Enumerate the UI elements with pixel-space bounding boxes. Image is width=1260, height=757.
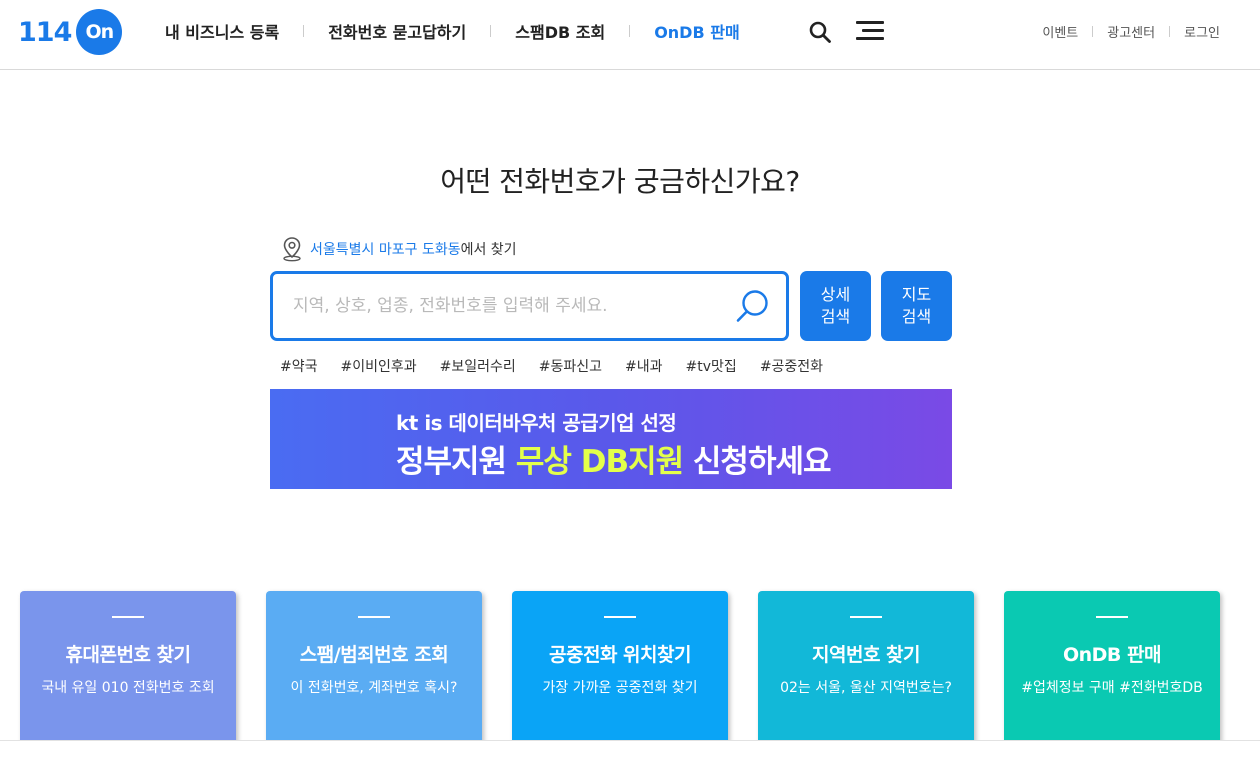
card-title: 지역번호 찾기 xyxy=(812,644,921,666)
location-pin-icon xyxy=(283,237,301,262)
card-dash xyxy=(850,616,882,618)
nav-item-business-register[interactable]: 내 비즈니스 등록 xyxy=(165,19,279,43)
bottom-divider xyxy=(0,740,1260,757)
card-subtitle: 이 전화번호, 계좌번호 혹시? xyxy=(290,680,458,696)
page-headline: 어떤 전화번호가 궁금하신가요? xyxy=(440,165,800,198)
banner-title-part3: 신청하세요 xyxy=(683,444,832,480)
search-input[interactable] xyxy=(273,296,713,316)
location-suffix: 에서 찾기 xyxy=(460,242,517,258)
util-divider xyxy=(1092,26,1094,37)
card-dash xyxy=(112,616,144,618)
nav-item-ondb-sale[interactable]: OnDB 판매 xyxy=(654,19,739,43)
card-title: OnDB 판매 xyxy=(1062,644,1162,666)
card-title: 공중전화 위치찾기 xyxy=(549,644,691,666)
logo-circle: On xyxy=(76,9,123,55)
hamburger-menu-icon[interactable] xyxy=(856,21,884,41)
tag-link[interactable]: #tv맛집 xyxy=(686,356,737,376)
login-link[interactable]: 로그인 xyxy=(1184,22,1220,41)
card-mobile-number-search[interactable]: 휴대폰번호 찾기 국내 유일 010 전화번호 조회 xyxy=(20,591,236,751)
main-nav: 내 비즈니스 등록 전화번호 묻고답하기 스팸DB 조회 OnDB 판매 xyxy=(165,18,740,44)
card-ondb-sale[interactable]: OnDB 판매 #업체정보 구매 #전화번호DB xyxy=(1004,591,1220,751)
logo-number: 114 xyxy=(18,16,72,48)
banner-title-highlight: 무상 DB지원 xyxy=(515,444,684,480)
card-subtitle: 국내 유일 010 전화번호 조회 xyxy=(41,680,215,696)
banner-title-part1: 정부지원 xyxy=(396,444,516,480)
tag-link[interactable]: #보일러수리 xyxy=(440,356,516,376)
card-title: 스팸/범죄번호 조회 xyxy=(299,644,449,666)
detail-search-line2: 검색 xyxy=(820,307,851,326)
card-payphone-location[interactable]: 공중전화 위치찾기 가장 가까운 공중전화 찾기 xyxy=(512,591,728,751)
nav-divider xyxy=(629,25,631,37)
card-dash xyxy=(358,616,390,618)
banner-subtitle: kt is 데이터바우처 공급기업 선정 xyxy=(396,411,677,435)
search-icon[interactable] xyxy=(808,20,832,44)
tag-link[interactable]: #내과 xyxy=(625,356,663,376)
location-selector: 서울특별시 마포구 도화동 에서 찾기 xyxy=(280,236,517,262)
ad-center-link[interactable]: 광고센터 xyxy=(1107,22,1155,41)
search-box xyxy=(270,271,789,341)
tag-link[interactable]: #약국 xyxy=(280,356,318,376)
card-spam-number-lookup[interactable]: 스팸/범죄번호 조회 이 전화번호, 계좌번호 혹시? xyxy=(266,591,482,751)
card-subtitle: #업체정보 구매 #전화번호DB xyxy=(1021,680,1203,696)
utility-links: 이벤트 광고센터 로그인 xyxy=(1042,22,1220,41)
logo[interactable]: 114 On xyxy=(18,9,123,55)
tag-link[interactable]: #이비인후과 xyxy=(341,356,417,376)
nav-divider xyxy=(490,25,492,37)
nav-item-phone-qna[interactable]: 전화번호 묻고답하기 xyxy=(328,19,466,43)
tag-link[interactable]: #공중전화 xyxy=(760,356,823,376)
tag-link[interactable]: #동파신고 xyxy=(539,356,602,376)
card-subtitle: 가장 가까운 공중전화 찾기 xyxy=(542,680,698,696)
map-search-line1: 지도 xyxy=(901,285,932,304)
location-place-link[interactable]: 서울특별시 마포구 도화동 xyxy=(310,239,461,259)
map-search-line2: 검색 xyxy=(901,307,932,326)
banner-title: 정부지원 무상 DB지원 신청하세요 xyxy=(396,436,832,481)
detail-search-button[interactable]: 상세 검색 xyxy=(800,271,871,341)
card-dash xyxy=(1096,616,1128,618)
card-area-code-search[interactable]: 지역번호 찾기 02는 서울, 울산 지역번호는? xyxy=(758,591,974,751)
nav-item-spam-db[interactable]: 스팸DB 조회 xyxy=(515,19,605,43)
detail-search-line1: 상세 xyxy=(820,285,851,304)
nav-divider xyxy=(303,25,305,37)
event-link[interactable]: 이벤트 xyxy=(1042,22,1078,41)
card-dash xyxy=(604,616,636,618)
site-header: 114 On 내 비즈니스 등록 전화번호 묻고답하기 스팸DB 조회 OnDB… xyxy=(0,0,1260,70)
promo-banner[interactable]: kt is 데이터바우처 공급기업 선정 정부지원 무상 DB지원 신청하세요 xyxy=(270,389,952,489)
util-divider xyxy=(1169,26,1171,37)
card-title: 휴대폰번호 찾기 xyxy=(65,644,191,666)
map-search-button[interactable]: 지도 검색 xyxy=(881,271,952,341)
search-submit-icon[interactable] xyxy=(734,288,772,326)
card-subtitle: 02는 서울, 울산 지역번호는? xyxy=(780,680,952,696)
popular-tags: #약국 #이비인후과 #보일러수리 #동파신고 #내과 #tv맛집 #공중전화 xyxy=(280,356,846,376)
